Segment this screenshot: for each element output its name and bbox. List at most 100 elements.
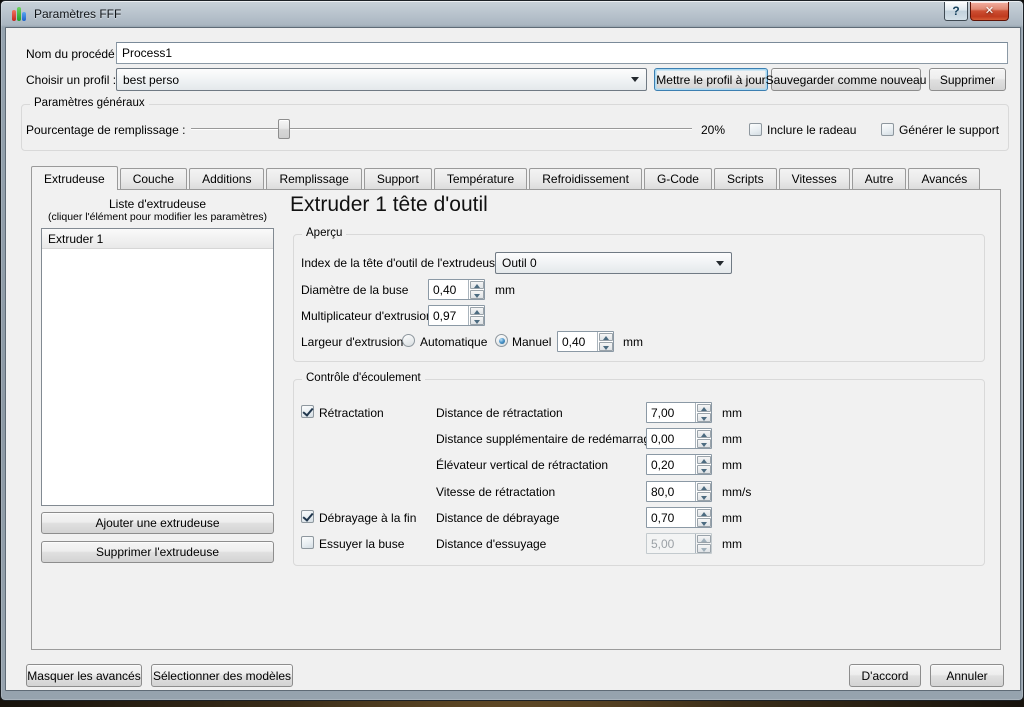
retraction-checkbox[interactable] <box>301 405 314 418</box>
extrusion-width-unit: mm <box>623 335 643 349</box>
spin-down-icon[interactable] <box>469 290 484 299</box>
extra-restart-distance-spinner[interactable]: 0,00 <box>646 428 712 449</box>
extrusion-width-manual-radio[interactable] <box>495 334 508 347</box>
profile-select[interactable]: best perso <box>116 68 647 91</box>
infill-percentage-value: 20% <box>701 123 726 137</box>
tab-avances[interactable]: Avancés <box>908 168 981 189</box>
spin-up-icon[interactable] <box>696 508 711 517</box>
spin-up-icon[interactable] <box>696 455 711 464</box>
extrusion-width-manual-label: Manuel <box>512 335 552 349</box>
extra-restart-distance-label: Distance supplémentaire de redémarrage <box>436 432 657 446</box>
retraction-speed-unit: mm/s <box>722 485 752 499</box>
vertical-lift-unit: mm <box>722 458 742 472</box>
add-extruder-button[interactable]: Ajouter une extrudeuse <box>41 512 274 534</box>
process-name-label: Nom du procédé : <box>26 47 122 61</box>
coast-distance-label: Distance de débrayage <box>436 511 560 525</box>
include-raft-checkbox[interactable] <box>749 123 762 136</box>
wipe-distance-spinner: 5,00 <box>646 533 712 554</box>
spin-up-icon[interactable] <box>696 482 711 491</box>
extrusion-width-spinner[interactable]: 0,40 <box>557 331 614 352</box>
extruder-list-subtitle: (cliquer l'élément pour modifier les par… <box>47 211 268 223</box>
tab-vitesses[interactable]: Vitesses <box>778 168 850 189</box>
wipe-nozzle-checkbox-label: Essuyer la buse <box>319 537 405 551</box>
spin-down-icon[interactable] <box>696 492 711 501</box>
toolhead-index-value: Outil 0 <box>502 256 537 270</box>
settings-tabbar: Extrudeuse Couche Additions Remplissage … <box>31 166 982 190</box>
retraction-speed-spinner[interactable]: 80,0 <box>646 481 712 502</box>
spin-up-icon[interactable] <box>598 332 613 341</box>
nozzle-diameter-spinner[interactable]: 0,40 <box>428 279 485 300</box>
spin-up-icon[interactable] <box>696 429 711 438</box>
help-button[interactable]: ? <box>944 2 968 21</box>
update-profile-button[interactable]: Mettre le profil à jour <box>654 68 768 91</box>
wipe-nozzle-checkbox[interactable] <box>301 536 314 549</box>
infill-slider-handle[interactable] <box>278 119 290 139</box>
title-bar[interactable]: Paramètres FFF ? ✕ <box>1 1 1023 27</box>
tab-refroidissement[interactable]: Refroidissement <box>529 168 642 189</box>
tab-temperature[interactable]: Température <box>433 168 528 189</box>
extrusion-width-auto-label: Automatique <box>420 335 488 349</box>
extruder-list-title: Liste d'extrudeuse <box>108 197 207 211</box>
include-raft-label: Inclure le radeau <box>767 123 857 137</box>
spin-down-icon[interactable] <box>598 342 613 351</box>
spin-down-icon <box>696 544 711 553</box>
cancel-button[interactable]: Annuler <box>930 664 1004 687</box>
spin-up-icon[interactable] <box>469 306 484 315</box>
spin-up-icon[interactable] <box>469 280 484 289</box>
retraction-speed-label: Vitesse de rétractation <box>436 485 556 499</box>
tab-support[interactable]: Support <box>363 168 432 189</box>
tab-couche[interactable]: Couche <box>119 168 188 189</box>
extrusion-multiplier-spinner[interactable]: 0,97 <box>428 305 485 326</box>
extrusion-width-label: Largeur d'extrusion <box>301 335 404 349</box>
tab-gcode[interactable]: G-Code <box>643 168 712 189</box>
hide-advanced-button[interactable]: Masquer les avancés <box>26 664 142 687</box>
generate-support-checkbox[interactable] <box>881 123 894 136</box>
extra-restart-distance-unit: mm <box>722 432 742 446</box>
spin-down-icon[interactable] <box>469 316 484 325</box>
select-models-button[interactable]: Sélectionner des modèles <box>151 664 293 687</box>
tab-autre[interactable]: Autre <box>851 168 907 189</box>
infill-slider-track[interactable] <box>191 128 692 130</box>
extruder-listbox[interactable]: Extruder 1 <box>41 228 274 506</box>
profile-selected-value: best perso <box>123 72 180 87</box>
toolhead-index-select[interactable]: Outil 0 <box>495 252 732 274</box>
app-icon <box>12 7 28 22</box>
coast-distance-spinner[interactable]: 0,70 <box>646 507 712 528</box>
delete-profile-button[interactable]: Supprimer <box>929 68 1006 91</box>
extrusion-multiplier-label: Multiplicateur d'extrusion <box>301 309 433 323</box>
remove-extruder-button[interactable]: Supprimer l'extrudeuse <box>41 541 274 563</box>
retraction-distance-unit: mm <box>722 406 742 420</box>
toolhead-index-label: Index de la tête d'outil de l'extrudeuse <box>301 256 502 270</box>
dialog-window: Paramètres FFF ? ✕ Nom du procédé : Proc… <box>0 0 1024 701</box>
spin-down-icon[interactable] <box>696 413 711 422</box>
retraction-distance-label: Distance de rétractation <box>436 406 563 420</box>
extrusion-width-auto-radio[interactable] <box>402 334 415 347</box>
spin-down-icon[interactable] <box>696 465 711 474</box>
retraction-distance-spinner[interactable]: 7,00 <box>646 402 712 423</box>
vertical-lift-spinner[interactable]: 0,20 <box>646 454 712 475</box>
wipe-distance-unit: mm <box>722 537 742 551</box>
coast-at-end-checkbox[interactable] <box>301 510 314 523</box>
tab-extrudeuse[interactable]: Extrudeuse <box>31 166 118 190</box>
retraction-checkbox-label: Rétractation <box>319 406 384 420</box>
tab-additions[interactable]: Additions <box>189 168 265 189</box>
tab-remplissage[interactable]: Remplissage <box>266 168 362 189</box>
spin-down-icon[interactable] <box>696 518 711 527</box>
infill-percentage-label: Pourcentage de remplissage : <box>26 123 186 137</box>
spin-up-icon[interactable] <box>696 403 711 412</box>
save-as-new-button[interactable]: Sauvegarder comme nouveau <box>766 68 926 91</box>
ooze-group-title: Contrôle d'écoulement <box>302 372 425 384</box>
spin-up-icon <box>696 534 711 543</box>
help-icon: ? <box>952 4 960 18</box>
ok-button[interactable]: D'accord <box>849 664 921 687</box>
list-item-extruder-1[interactable]: Extruder 1 <box>42 229 273 249</box>
coast-at-end-checkbox-label: Débrayage à la fin <box>319 511 417 525</box>
process-name-input[interactable]: Process1 <box>116 42 1008 64</box>
close-button[interactable]: ✕ <box>970 2 1009 21</box>
coast-distance-unit: mm <box>722 511 742 525</box>
vertical-lift-label: Élévateur vertical de rétractation <box>436 458 609 472</box>
generate-support-label: Générer le support <box>899 123 1000 137</box>
tab-scripts[interactable]: Scripts <box>713 168 777 189</box>
wipe-distance-label: Distance d'essuyage <box>436 537 547 551</box>
spin-down-icon[interactable] <box>696 439 711 448</box>
